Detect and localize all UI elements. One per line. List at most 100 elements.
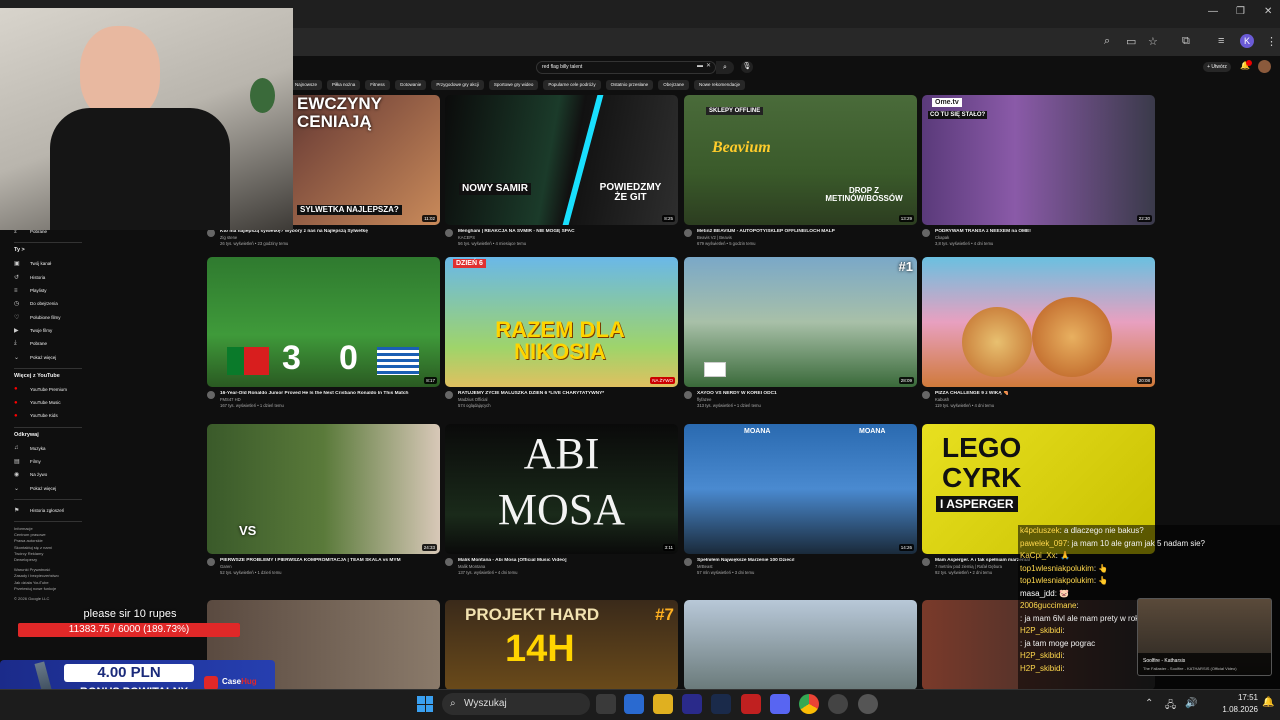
video-thumbnail[interactable]: #1 28:09	[684, 257, 917, 387]
video-thumbnail[interactable]: PROJEKT HARD 14H #7	[445, 600, 678, 690]
channel-avatar[interactable]	[922, 391, 930, 399]
keyboard-icon[interactable]: ▬	[697, 63, 703, 69]
volume-icon[interactable]: 🔊	[1185, 698, 1197, 709]
notification-center-icon[interactable]: 🔔	[1262, 697, 1274, 708]
maximize-button[interactable]: ❐	[1236, 6, 1245, 17]
tray-overflow-icon[interactable]: ⌃	[1145, 698, 1153, 709]
video-thumbnail[interactable]: 20:08	[922, 257, 1155, 387]
channel-avatar[interactable]	[207, 391, 215, 399]
chip-travel[interactable]: Popularne cele podróży	[543, 80, 601, 90]
sidebar-item-watch-later[interactable]: ◷ Do obejrzenia	[8, 297, 88, 310]
steam-app-icon[interactable]	[711, 694, 731, 714]
video-thumbnail[interactable]: Ome.tv CO TU SIĘ STAŁO? 22:30	[922, 95, 1155, 225]
sidebar-item-playlists[interactable]: ≡ Playlisty	[8, 284, 88, 297]
profile-avatar[interactable]: K	[1240, 34, 1254, 48]
video-title[interactable]: 16-Year-Old Ronaldo Junior Proved He Is …	[220, 391, 435, 397]
chip-new-to-you[interactable]: Nowe rekomendacje	[693, 80, 745, 90]
obs-app-icon-2[interactable]	[858, 694, 878, 714]
chip-watched[interactable]: Obejrzane	[658, 80, 689, 90]
video-card[interactable]: NOWY SAMIR POWIEDZMY ŻE GIT 8:25 Menghan…	[445, 95, 678, 247]
file-explorer-icon[interactable]	[653, 694, 673, 714]
sidebar-item-downloads[interactable]: ⤓ Pobrane	[8, 337, 88, 350]
red-app-icon[interactable]	[741, 694, 761, 714]
sidebar-item-show-more[interactable]: ⌄ Pokaż więcej	[8, 350, 88, 363]
picture-in-picture-player[interactable]: Soolfire - Katharsis The Fallaster - Soo…	[1137, 598, 1272, 676]
chip-fitness[interactable]: Fitness	[365, 80, 390, 90]
cast-icon[interactable]: ▭	[1126, 35, 1136, 48]
network-icon[interactable]: 🖧	[1165, 698, 1176, 715]
video-card[interactable]: ABI MOSA 3:11 Malik Montana - Abi Mosa […	[445, 424, 678, 576]
chip-football[interactable]: Piłka nożna	[327, 80, 361, 90]
video-thumbnail[interactable]	[684, 600, 917, 690]
close-window-button[interactable]: ✕	[1264, 6, 1272, 17]
chip-latest[interactable]: Najnowsze	[290, 80, 323, 90]
video-card[interactable]: SKLEPY OFFLINE Beavium DROP Z METINÓW/BO…	[684, 95, 917, 247]
clear-search-icon[interactable]: ✕	[706, 62, 711, 69]
zoom-icon[interactable]: ⌕	[1104, 35, 1110, 48]
video-card[interactable]: MOANA MOANA 14:26 Spełniłem Największe M…	[684, 424, 917, 576]
create-button[interactable]: + Utwórz	[1203, 62, 1231, 72]
chip-sports-games[interactable]: Sportowe gry wideo	[488, 80, 539, 90]
video-card[interactable]: 3 0 8:17 16-Year-Old Ronaldo Junior Prov…	[207, 257, 440, 409]
sidebar-item-premium[interactable]: ● YouTube Premium	[8, 383, 88, 396]
obs-app-icon[interactable]	[828, 694, 848, 714]
sidebar-item-kids[interactable]: ● YouTube Kids	[8, 409, 88, 422]
sidebar-item-liked[interactable]: ♡ Polubione filmy	[8, 310, 88, 323]
video-thumbnail[interactable]: 3 0 8:17	[207, 257, 440, 387]
sidebar-item-your-channel[interactable]: ▣ Twój kanał	[8, 257, 88, 270]
media-controls-icon[interactable]: ≡	[1218, 35, 1224, 47]
sidebar-item-music[interactable]: ● YouTube Music	[8, 396, 88, 409]
video-thumbnail[interactable]: DZIEŃ 6 RAZEM DLA NIKOSIA NA ŻYWO	[445, 257, 678, 387]
sidebar-item-show-more-explore[interactable]: ⌄ Pokaż więcej	[8, 481, 88, 494]
video-card[interactable]: VS 24:33 PIERWSZE PROBLEMY I PIERWSZA KO…	[207, 424, 440, 576]
channel-avatar[interactable]	[684, 229, 692, 237]
video-card[interactable]	[684, 600, 917, 690]
mail-app-icon[interactable]	[624, 694, 644, 714]
taskbar-search[interactable]: ⌕ Wyszukaj	[442, 693, 590, 715]
chip-recently-uploaded[interactable]: Ostatnio przesłane	[605, 80, 654, 90]
video-card[interactable]: Ome.tv CO TU SIĘ STAŁO? 22:30 PODRYWAM T…	[922, 95, 1155, 247]
video-thumbnail[interactable]: VS 24:33	[207, 424, 440, 554]
channel-avatar[interactable]	[445, 391, 453, 399]
video-thumbnail[interactable]: ABI MOSA 3:11	[445, 424, 678, 554]
channel-avatar[interactable]	[207, 558, 215, 566]
sidebar-item-movies[interactable]: ▤ Filmy	[8, 455, 88, 468]
sidebar-item-your-videos[interactable]: ▶ Twoje filmy	[8, 324, 88, 337]
video-thumbnail[interactable]: MOANA MOANA 14:26	[684, 424, 917, 554]
video-thumbnail[interactable]: SKLEPY OFFLINE Beavium DROP Z METINÓW/BO…	[684, 95, 917, 225]
video-card[interactable]: 20:08 PIZZA CHALLENGE 9 z WIKĄ 🍕 Kabush 11…	[922, 257, 1155, 409]
account-avatar[interactable]	[1258, 60, 1271, 73]
extensions-icon[interactable]: ⧉	[1182, 35, 1190, 48]
search-input[interactable]: red flag billy talent	[536, 61, 716, 74]
store-app-icon[interactable]	[682, 694, 702, 714]
video-card[interactable]: PROJEKT HARD 14H #7	[445, 600, 678, 690]
video-card[interactable]: #1 28:09 XAYOO VS NERDY W KOREI ODC1 flyf…	[684, 257, 917, 409]
search-button[interactable]: ⌕	[716, 61, 734, 74]
sidebar-heading-you[interactable]: Ty >	[14, 247, 88, 253]
sidebar-item-music-explore[interactable]: ♫ Muzyka	[8, 442, 88, 455]
sidebar-item-report-history[interactable]: ⚑ Historia zgłoszeń	[8, 504, 88, 517]
discord-app-icon[interactable]	[770, 694, 790, 714]
channel-avatar[interactable]	[445, 229, 453, 237]
video-card[interactable]: DZIEŃ 6 RAZEM DLA NIKOSIA NA ŻYWO RATUJE…	[445, 257, 678, 409]
start-button[interactable]	[417, 696, 433, 712]
channel-avatar[interactable]	[445, 558, 453, 566]
taskbar-date[interactable]: 1.08.2026	[1214, 705, 1258, 714]
sidebar-item-live[interactable]: ◉ Na żywo	[8, 468, 88, 481]
bookmark-star-icon[interactable]: ☆	[1148, 35, 1158, 48]
channel-avatar[interactable]	[922, 558, 930, 566]
channel-avatar[interactable]	[922, 229, 930, 237]
task-view-icon[interactable]	[596, 694, 616, 714]
video-thumbnail[interactable]: NOWY SAMIR POWIEDZMY ŻE GIT 8:25	[445, 95, 678, 225]
chip-cooking[interactable]: Gotowanie	[394, 80, 427, 90]
browser-menu-icon[interactable]: ⋮	[1266, 35, 1277, 48]
taskbar-clock[interactable]: 17:51	[1222, 693, 1258, 702]
voice-search-button[interactable]: 🎙	[741, 61, 753, 73]
chrome-app-icon[interactable]	[799, 694, 819, 714]
sidebar-item-history[interactable]: ↺ Historia	[8, 271, 88, 284]
channel-avatar[interactable]	[684, 391, 692, 399]
minimize-button[interactable]: —	[1208, 6, 1218, 17]
chip-action-adventure[interactable]: Przygodowe gry akcji	[431, 80, 484, 90]
channel-avatar[interactable]	[207, 229, 215, 237]
channel-avatar[interactable]	[684, 558, 692, 566]
